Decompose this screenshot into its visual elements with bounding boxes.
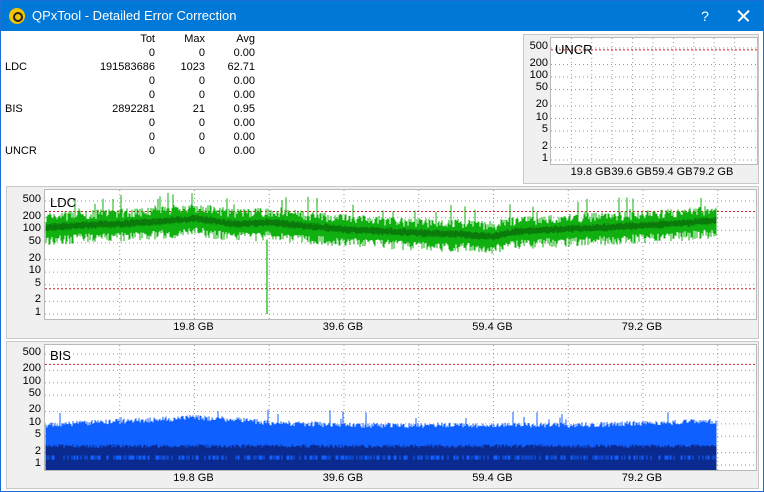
row-tot: 0: [148, 89, 155, 101]
row-max: 0: [198, 75, 205, 87]
y-tick-label: 2: [34, 444, 41, 457]
stats-row: UNCR 0 0 0.00: [1, 145, 263, 159]
row-max: 0: [198, 145, 205, 157]
y-tick-label: 100: [22, 374, 41, 387]
qpxtool-app-icon: [9, 8, 25, 24]
uncr-plot-area: UNCR: [550, 37, 758, 165]
row-tot: 0: [148, 131, 155, 143]
y-tick-label: 200: [529, 56, 548, 69]
row-avg: 0.00: [233, 47, 255, 59]
row-avg: 0.00: [233, 75, 255, 87]
y-tick-label: 10: [28, 415, 41, 428]
row-avg: 0.00: [233, 145, 255, 157]
stats-header-row: Tot Max Avg: [1, 33, 263, 47]
x-tick-label: 19.8 GB: [173, 321, 214, 333]
row-tot: 191583686: [99, 61, 155, 73]
title-bar[interactable]: QPxTool - Detailed Error Correction ?: [1, 1, 763, 31]
uncr-chart-panel: UNCR 500 200 100 50 20 10 5 2 1 19.8 GB 39.6 GB 59…: [523, 34, 759, 184]
y-tick-label: 200: [22, 362, 41, 375]
y-tick-label: 50: [535, 81, 548, 94]
stats-row: 0 0 0.00: [1, 131, 263, 145]
y-tick-label: 1: [34, 457, 41, 469]
row-avg: 62.71: [227, 61, 255, 73]
y-tick-label: 100: [22, 222, 41, 235]
row-tot: 0: [148, 47, 155, 59]
bis-chart-title: BIS: [50, 348, 71, 363]
bis-chart-svg: [45, 345, 756, 470]
y-tick-label: 20: [535, 98, 548, 110]
row-label: BIS: [5, 103, 23, 115]
header-max: Max: [184, 33, 205, 45]
row-max: 1023: [180, 61, 205, 73]
y-tick-label: 5: [34, 428, 41, 441]
ldc-chart-svg: [45, 190, 756, 319]
x-tick-label: 79.2 GB: [621, 472, 663, 484]
ldc-chart-title: LDC: [50, 195, 77, 210]
y-tick-label: 100: [529, 69, 548, 81]
y-tick-label: 10: [28, 264, 41, 277]
y-tick-label: 50: [28, 234, 41, 247]
x-tick-label: 39.6 GB: [322, 472, 364, 484]
y-tick-label: 10: [535, 110, 548, 123]
y-tick-label: 200: [22, 209, 41, 222]
bis-plot-area: BIS: [44, 344, 757, 471]
y-tick-label: 20: [28, 251, 41, 264]
row-tot: 0: [148, 75, 155, 87]
stats-row: 0 0 0.00: [1, 89, 263, 103]
x-tick-label: 39.6 GB: [322, 321, 364, 333]
window-title: QPxTool - Detailed Error Correction: [32, 8, 237, 23]
row-max: 0: [198, 89, 205, 101]
stats-row: 0 0 0.00: [1, 47, 263, 61]
row-max: 0: [198, 117, 205, 129]
y-tick-label: 5: [541, 122, 548, 135]
y-tick-label: 500: [22, 193, 41, 205]
row-tot: 2892281: [112, 103, 155, 115]
row-avg: 0.00: [233, 117, 255, 129]
y-tick-label: 2: [34, 293, 41, 306]
x-tick-label: 59.4 GB: [472, 321, 513, 333]
app-window: QPxTool - Detailed Error Correction ? To…: [0, 0, 764, 492]
y-tick-label: 5: [34, 276, 41, 289]
x-tick-label: 59.4 GB: [472, 472, 513, 484]
row-tot: 0: [148, 145, 155, 157]
x-tick-label: 79.2 GB: [621, 321, 663, 333]
row-max: 0: [198, 131, 205, 143]
row-avg: 0.00: [233, 131, 255, 143]
x-tick-label: 79.2 GB: [692, 166, 734, 178]
ldc-plot-area: LDC: [44, 189, 757, 320]
row-tot: 0: [148, 117, 155, 129]
y-tick-label: 1: [34, 306, 41, 318]
row-avg: 0.95: [233, 103, 255, 115]
header-avg: Avg: [236, 33, 255, 45]
y-tick-label: 1: [541, 152, 548, 164]
y-tick-label: 2: [541, 139, 548, 152]
stats-row: BIS 2892281 21 0.95: [1, 103, 263, 117]
y-tick-label: 50: [28, 387, 41, 400]
row-max: 21: [192, 103, 205, 115]
x-tick-label: 19.8 GB: [173, 472, 214, 484]
stats-row: LDC 191583686 1023 62.71: [1, 61, 263, 75]
y-tick-label: 500: [22, 346, 41, 358]
row-label: LDC: [5, 61, 28, 73]
stats-table: Tot Max Avg 0 0 0.00 LDC 191583686 1023 62.71…: [1, 33, 263, 159]
header-tot: Tot: [140, 33, 155, 45]
stats-row: 0 0 0.00: [1, 117, 263, 131]
row-max: 0: [198, 47, 205, 59]
y-tick-label: 500: [529, 40, 548, 52]
bis-chart-panel: BIS 500 200 100 50 20 10 5 2 1 19.8 GB 39.6 GB 59.…: [6, 341, 759, 489]
stats-row: 0 0 0.00: [1, 75, 263, 89]
ldc-chart-panel: LDC 500 200 100 50 20 10 5 2 1 19.8 GB 39.6 GB 59.…: [6, 186, 759, 339]
close-icon[interactable]: [733, 6, 753, 26]
help-button[interactable]: ?: [695, 6, 715, 26]
row-avg: 0.00: [233, 89, 255, 101]
row-label: UNCR: [5, 145, 37, 157]
uncr-chart-title: UNCR: [555, 42, 593, 57]
y-tick-label: 20: [28, 403, 41, 416]
